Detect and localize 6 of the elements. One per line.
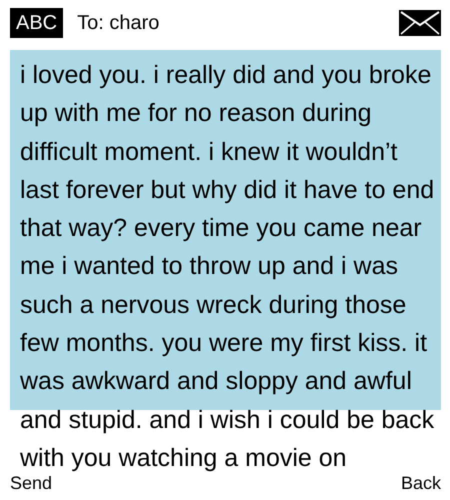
send-softkey[interactable]: Send xyxy=(10,473,52,494)
envelope-icon xyxy=(399,10,441,36)
message-text: i loved you. i really did and you broke up with me for no reason during difficult moment. i knew it wouldn’t last forever but why did it have to end that way? every time you came near me i wanted to throw up and i was such a nervous wreck during those few months. you were my first kiss. it was awkward and sloppy and awful and stupid. and i wish i could be back with you watching a movie on xyxy=(19,60,436,474)
recipient: To: charo xyxy=(77,12,160,34)
back-softkey[interactable]: Back xyxy=(400,473,441,494)
input-mode-indicator: ABC xyxy=(10,8,64,38)
